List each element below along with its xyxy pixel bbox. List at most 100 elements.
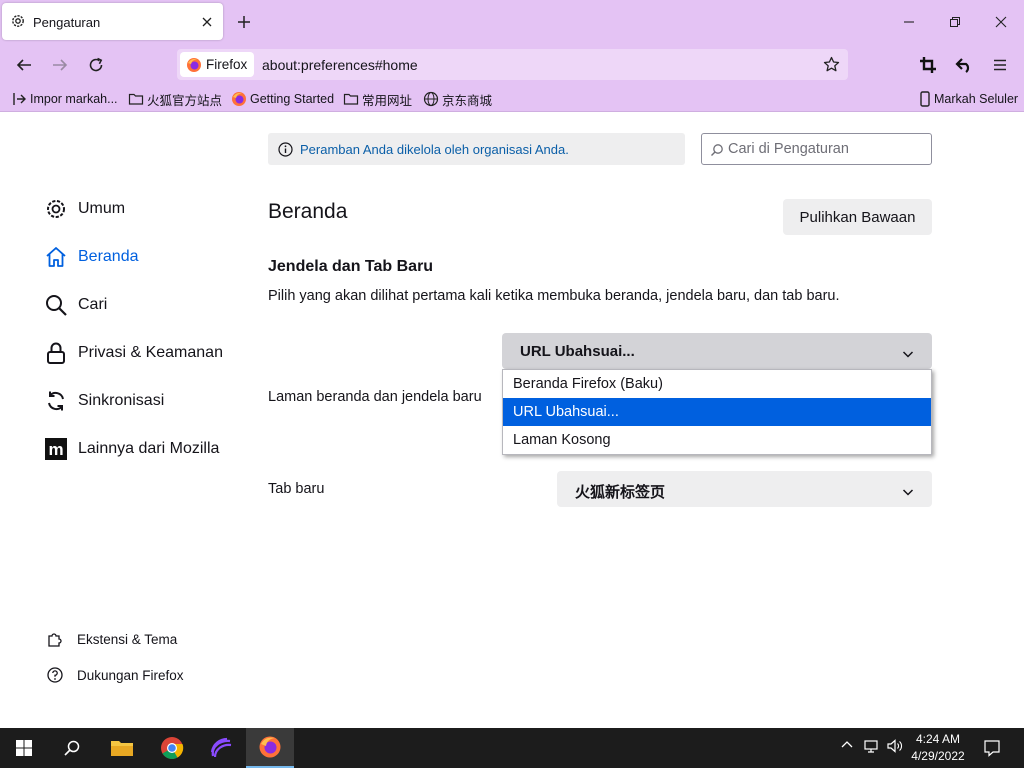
gear-icon [47,200,65,218]
url-input[interactable]: about:preferences#home [262,57,418,73]
sidebar-item-general[interactable]: Umum [44,195,125,223]
homepage-select-value: URL Ubahsuai... [520,343,635,360]
gear-icon [10,13,26,34]
search-icon [46,295,67,316]
import-icon [13,93,26,105]
folder-icon [343,93,359,105]
star-icon[interactable] [823,56,840,78]
restore-defaults-button[interactable]: Pulihkan Bawaan [783,199,932,235]
sidebar-item-sync[interactable]: Sinkronisasi [44,387,164,415]
sidebar-item-home[interactable]: Beranda [44,243,139,271]
page-title: Beranda [268,200,348,223]
search-preferences-input[interactable]: Cari di Pengaturan [701,133,932,165]
newtab-select-value: 火狐新标签页 [575,484,666,501]
dropdown-option-custom-url[interactable]: URL Ubahsuai... [503,398,931,426]
firefox-icon [186,57,202,78]
file-explorer-button[interactable] [98,728,146,768]
svg-text:m: m [48,440,63,459]
firefox-icon [232,92,246,106]
sidebar-item-privacy[interactable]: Privasi & Keamanan [44,339,223,367]
newtab-label: Tab baru [268,481,325,497]
identity-label: Firefox [206,57,248,72]
firefox-taskbar-button[interactable] [246,728,294,768]
dropdown-option-firefox-home[interactable]: Beranda Firefox (Baku) [503,370,931,398]
folder-icon [111,741,133,756]
policy-notice[interactable]: Peramban Anda dikelola oleh organisasi A… [268,133,685,165]
policy-text: Peramban Anda dikelola oleh organisasi A… [300,142,569,157]
tab-preferences[interactable]: Pengaturan [2,3,223,40]
clock-date: 4/29/2022 [911,749,965,763]
close-window-button[interactable] [993,14,1009,30]
search-taskbar-button[interactable] [48,728,96,768]
firefox-support-link[interactable]: Dukungan Firefox [46,665,184,685]
newtab-select[interactable]: 火狐新标签页 [557,471,932,507]
bookmark-label: 常用网址 [362,93,413,108]
sidebar-item-label: Lainnya dari Mozilla [78,440,220,457]
sidebar-item-search[interactable]: Cari [44,291,107,319]
chevron-down-icon [902,346,914,364]
minimize-button[interactable] [901,14,917,30]
bookmark-getting-started[interactable]: Getting Started [231,91,334,107]
start-button[interactable] [0,728,48,768]
search-icon [64,740,80,756]
bookmark-label: 京东商城 [442,93,493,108]
footer-link-label: Dukungan Firefox [77,667,184,683]
mozilla-icon: m [45,438,67,460]
bookmark-jd[interactable]: 京东商城 [423,91,493,108]
phone-icon [920,91,930,107]
app-button[interactable] [197,728,245,768]
crop-icon[interactable] [919,56,937,74]
restore-window-button[interactable] [947,14,963,30]
menu-icon[interactable] [991,56,1009,74]
bookmark-label: Markah Seluler [934,92,1019,106]
dropdown-option-blank-page[interactable]: Laman Kosong [503,426,931,454]
bookmark-label: 火狐官方站点 [147,93,223,108]
lock-icon [47,342,65,364]
homepage-select[interactable]: URL Ubahsuai... [502,333,932,369]
notification-icon[interactable] [983,739,1001,762]
bookmark-label: Impor markah... [30,92,118,106]
undo-icon[interactable] [955,56,973,74]
section-title: Jendela dan Tab Baru [268,258,434,275]
sync-icon [48,391,64,411]
globe-icon [423,91,439,107]
firefox-icon [259,736,281,758]
extensions-themes-link[interactable]: Ekstensi & Tema [46,629,177,649]
app-swirl-icon [210,737,232,758]
tab-strip: Pengaturan [0,0,1024,44]
puzzle-icon [48,633,62,647]
volume-icon[interactable] [886,738,904,759]
home-icon [46,247,66,267]
back-icon[interactable] [15,56,33,74]
help-icon [47,667,63,683]
identity-box[interactable]: Firefox [180,52,254,77]
chevron-down-icon [902,484,914,502]
sidebar-item-label: Beranda [78,248,139,265]
preferences-page: Peramban Anda dikelola oleh organisasi A… [0,113,1024,728]
sidebar-item-mozilla[interactable]: m Lainnya dari Mozilla [44,435,219,463]
sidebar-item-label: Umum [78,200,126,217]
clock[interactable]: 4:24 AM 4/29/2022 [904,731,972,765]
search-icon [710,143,724,162]
nav-bar: Firefox about:preferences#home [0,44,1024,86]
sidebar-item-label: Cari [78,296,108,313]
homepage-dropdown-list: Beranda Firefox (Baku) URL Ubahsuai... L… [502,369,932,455]
chrome-icon [161,737,184,759]
bookmark-folder[interactable]: 火狐官方站点 [128,91,223,108]
bookmark-label: Getting Started [250,92,335,106]
tab-title: Pengaturan [33,15,101,30]
chrome-button[interactable] [148,728,196,768]
reload-icon[interactable] [87,56,105,74]
close-icon[interactable] [200,15,214,29]
bookmark-folder[interactable]: 常用网址 [343,91,413,108]
homepage-label: Laman beranda dan jendela baru [268,389,482,405]
forward-icon[interactable] [51,56,69,74]
taskbar: 4:24 AM 4/29/2022 [0,728,1024,768]
network-icon[interactable] [863,738,881,759]
url-bar[interactable]: Firefox about:preferences#home [177,49,848,80]
windows-icon [16,740,32,756]
new-tab-button[interactable] [236,14,252,30]
mobile-bookmarks[interactable]: Markah Seluler [919,91,1018,107]
chevron-up-icon[interactable] [840,738,854,757]
bookmark-import[interactable]: Impor markah... [11,91,118,107]
